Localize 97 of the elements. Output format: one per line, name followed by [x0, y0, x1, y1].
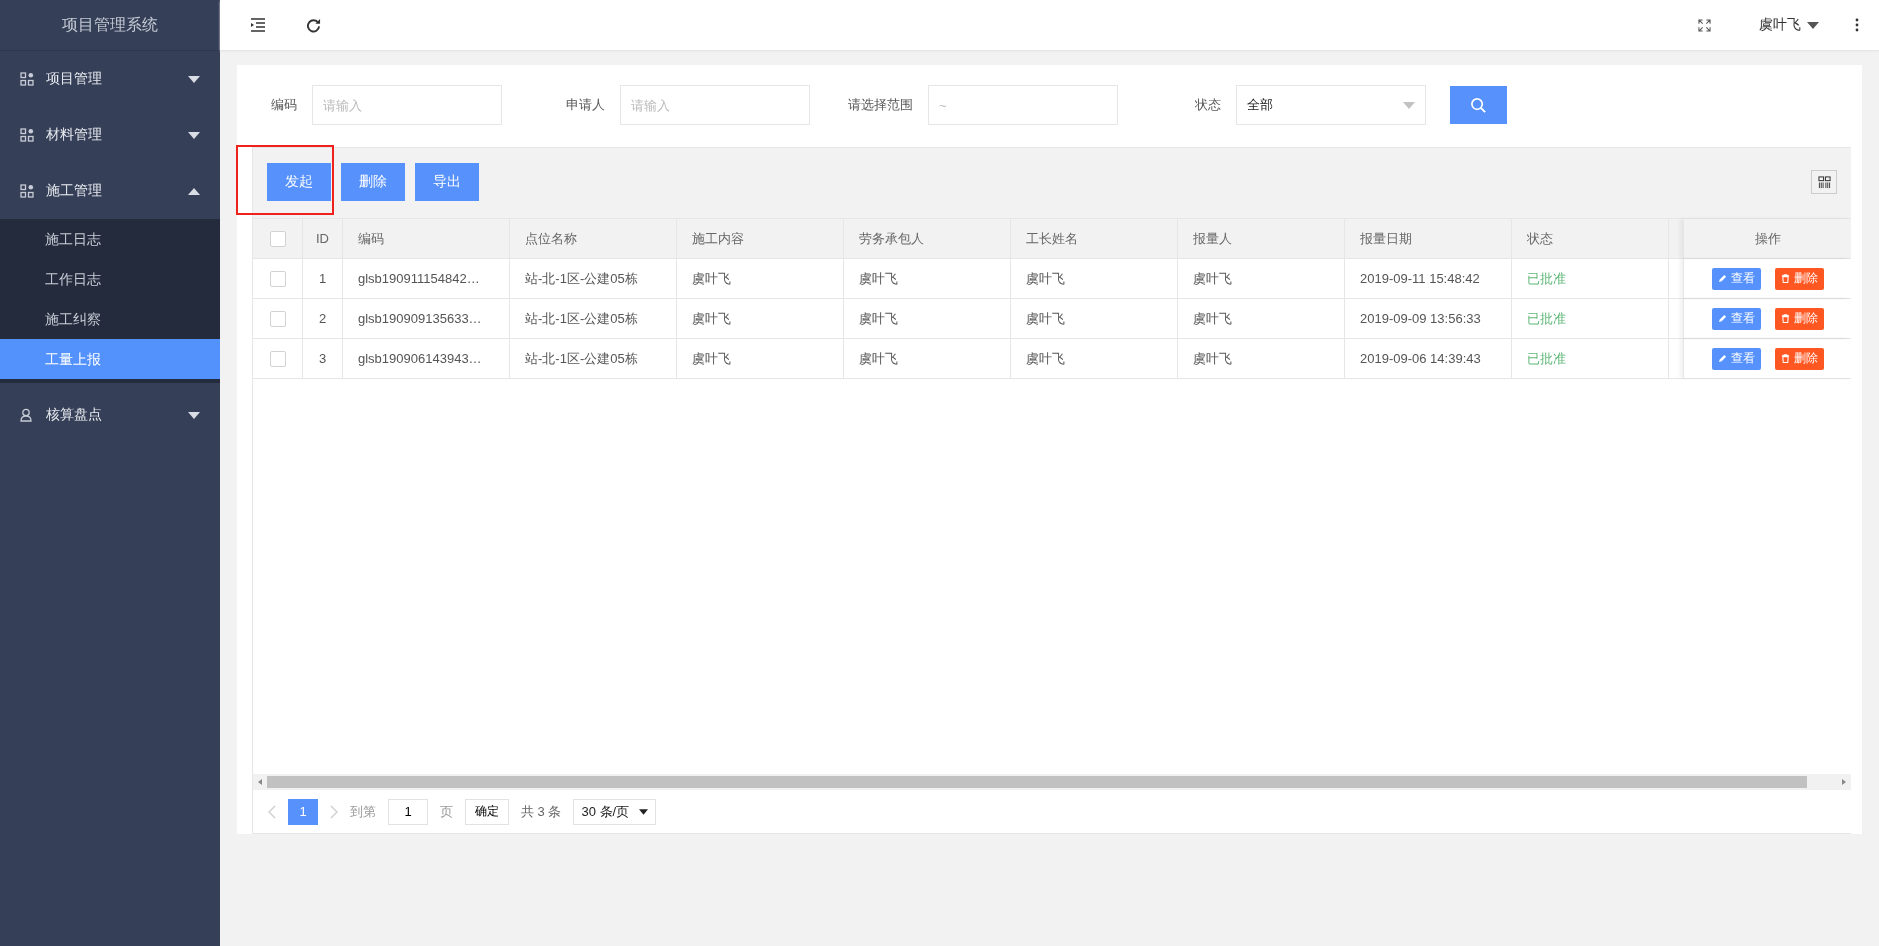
- refresh-icon[interactable]: [306, 17, 321, 33]
- submenu-item[interactable]: 施工纠察: [0, 299, 220, 339]
- table-cell: 虞叶飞: [1011, 259, 1178, 298]
- more-icon[interactable]: [1855, 18, 1859, 32]
- trash-icon: [1780, 274, 1790, 283]
- caret-icon: [188, 131, 200, 139]
- menu-label: 施工管理: [46, 182, 103, 200]
- table-cell: 2: [303, 299, 343, 338]
- confirm-button[interactable]: 确定: [465, 798, 509, 825]
- total-count: 共 3 条: [521, 802, 562, 821]
- filter-label: 请选择范围: [847, 96, 914, 114]
- table-cell: 站-北-1区-公建05栋: [510, 259, 677, 298]
- grid-icon: [20, 72, 34, 86]
- menu-item[interactable]: 材料管理: [0, 107, 220, 163]
- trash-icon: [1780, 354, 1790, 363]
- table-cell: 虞叶飞: [844, 259, 1011, 298]
- caret-icon: [1807, 21, 1819, 29]
- table-cell: 虞叶飞: [1011, 299, 1178, 338]
- menu-label: 材料管理: [46, 126, 103, 144]
- row-checkbox[interactable]: [269, 350, 286, 367]
- page-input[interactable]: 1: [388, 798, 428, 825]
- date-range-field[interactable]: ~: [928, 85, 1118, 125]
- scroll-right-icon[interactable]: [1842, 779, 1846, 785]
- trash-icon: [1780, 314, 1790, 323]
- pencil-icon: [1717, 274, 1727, 283]
- column-header: ID: [303, 219, 343, 258]
- submenu-item[interactable]: 施工日志: [0, 219, 220, 259]
- filter-label: 状态: [1194, 96, 1222, 114]
- column-header: 操作: [1683, 219, 1851, 258]
- select-all-checkbox[interactable]: [269, 230, 286, 247]
- previous-page-icon[interactable]: [268, 804, 276, 819]
- column-header: 劳务承包人: [844, 219, 1011, 258]
- menu-label: 核算盘点: [46, 406, 103, 424]
- fullscreen-icon[interactable]: [1698, 18, 1711, 32]
- table-cell: glsb190906143943…: [343, 339, 510, 378]
- column-header: 编码: [343, 219, 510, 258]
- status-text: 已批准: [1512, 339, 1669, 378]
- table-cell: 3: [303, 339, 343, 378]
- input-field[interactable]: 请输入: [620, 85, 810, 125]
- table-cell: glsb190909135633…: [343, 299, 510, 338]
- table-cell: 2019-09-06 14:39:43: [1345, 339, 1512, 378]
- table-cell: 虞叶飞: [1178, 339, 1345, 378]
- caret-icon: [188, 75, 200, 83]
- user-icon: [20, 408, 34, 422]
- table-cell: 虞叶飞: [1011, 339, 1178, 378]
- status-text: 已批准: [1512, 299, 1669, 338]
- column-header: 工长姓名: [1011, 219, 1178, 258]
- page-unit-label: 页: [440, 802, 453, 821]
- menu-label: 项目管理: [46, 70, 103, 88]
- menu-item[interactable]: 项目管理: [0, 51, 220, 107]
- input-field[interactable]: 请输入: [312, 85, 502, 125]
- scroll-left-icon[interactable]: [258, 779, 262, 785]
- menu-item[interactable]: 核算盘点: [0, 387, 220, 443]
- table-cell: 虞叶飞: [677, 339, 844, 378]
- submenu-item[interactable]: 工作日志: [0, 259, 220, 299]
- grid-icon: [20, 184, 34, 198]
- caret-icon: [1403, 101, 1415, 109]
- goto-label: 到第: [350, 802, 376, 821]
- columns-icon: [1817, 175, 1831, 189]
- column-header: 施工内容: [677, 219, 844, 258]
- pencil-icon: [1717, 354, 1727, 363]
- table-cell: glsb190911154842…: [343, 259, 510, 298]
- table-cell: 虞叶飞: [844, 299, 1011, 338]
- status-text: 已批准: [1512, 259, 1669, 298]
- table-cell: 虞叶飞: [1178, 259, 1345, 298]
- column-header: 报量人: [1178, 219, 1345, 258]
- table-cell: 站-北-1区-公建05栋: [510, 299, 677, 338]
- grid-icon: [20, 128, 34, 142]
- table-cell: 虞叶飞: [844, 339, 1011, 378]
- columns-button[interactable]: [1811, 170, 1837, 194]
- search-icon: [1470, 96, 1487, 114]
- table-cell: 1: [303, 259, 343, 298]
- horizontal-scrollbar[interactable]: [253, 774, 1851, 790]
- next-page-icon[interactable]: [330, 804, 338, 819]
- status-select[interactable]: 全部: [1236, 85, 1426, 125]
- pencil-icon: [1717, 314, 1727, 323]
- caret-icon: [639, 808, 649, 815]
- table-cell: 虞叶飞: [677, 259, 844, 298]
- menu-icon[interactable]: [250, 18, 266, 32]
- table-cell: 虞叶飞: [677, 299, 844, 338]
- filter-label: 编码: [270, 96, 298, 114]
- table-cell: 2019-09-11 15:48:42: [1345, 259, 1512, 298]
- menu-item[interactable]: 施工管理: [0, 163, 220, 219]
- column-header: 状态: [1512, 219, 1669, 258]
- caret-icon: [188, 187, 200, 195]
- table-cell: 站-北-1区-公建05栋: [510, 339, 677, 378]
- column-header: 报量日期: [1345, 219, 1512, 258]
- caret-icon: [188, 411, 200, 419]
- page-size-select[interactable]: 30 条/页: [573, 798, 657, 825]
- user-name[interactable]: 虞叶飞: [1759, 16, 1801, 34]
- search-button[interactable]: [1450, 86, 1507, 124]
- column-header: 点位名称: [510, 219, 677, 258]
- table-cell: 虞叶飞: [1178, 299, 1345, 338]
- row-checkbox[interactable]: [269, 270, 286, 287]
- filter-label: 申请人: [565, 96, 606, 114]
- row-checkbox[interactable]: [269, 310, 286, 327]
- table-cell: 2019-09-09 13:56:33: [1345, 299, 1512, 338]
